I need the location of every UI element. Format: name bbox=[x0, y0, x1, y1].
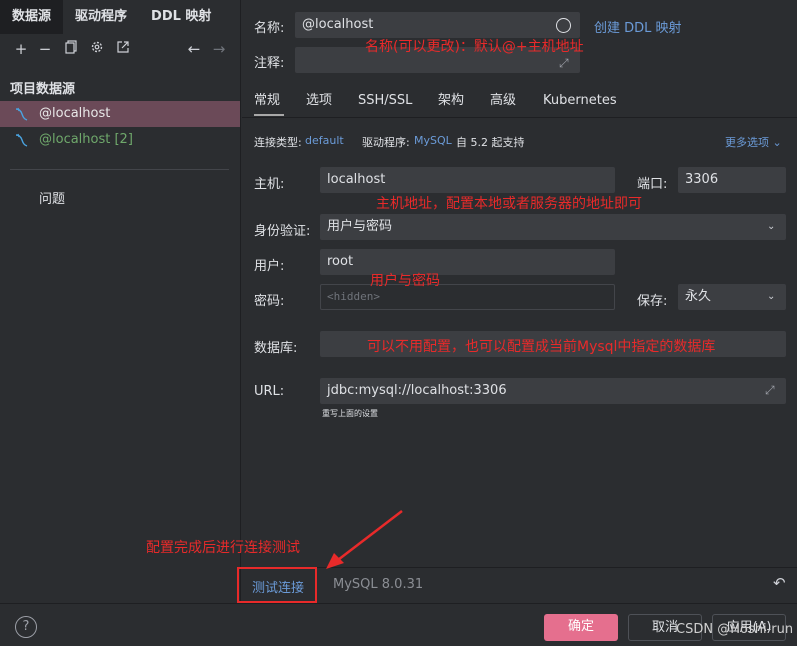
settings-tabs: 常规 选项 SSH/SSL 架构 高级 Kubernetes bbox=[242, 90, 797, 116]
auth-label: 身份验证: bbox=[254, 224, 311, 239]
annotation-test: 配置完成后进行连接测试 bbox=[146, 540, 300, 556]
forward-arrow-icon[interactable]: → bbox=[210, 40, 228, 58]
comment-label: 注释: bbox=[254, 56, 285, 71]
annotation-arrow bbox=[326, 510, 403, 569]
left-tabs: 数据源 驱动程序 DDL 映射 bbox=[0, 0, 241, 34]
copy-icon[interactable] bbox=[62, 40, 80, 58]
auth-select[interactable]: 用户与密码 ⌄ bbox=[320, 214, 786, 240]
port-label: 端口: bbox=[637, 177, 668, 192]
driver-link[interactable]: MySQL bbox=[414, 134, 452, 147]
database-label: 数据库: bbox=[254, 341, 298, 356]
gear-icon[interactable] bbox=[88, 40, 106, 58]
chevron-down-icon: ⌄ bbox=[767, 291, 776, 302]
datasource-item-localhost[interactable]: @localhost bbox=[0, 101, 240, 127]
user-field[interactable]: root bbox=[320, 249, 615, 275]
url-field[interactable]: jdbc:mysql://localhost:3306 ⤢ bbox=[320, 378, 786, 404]
mysql-version: MySQL 8.0.31 bbox=[333, 577, 424, 592]
host-field[interactable]: localhost bbox=[320, 167, 615, 193]
driver-label: 驱动程序: bbox=[362, 136, 410, 149]
conn-type-link[interactable]: default bbox=[305, 134, 344, 147]
name-label: 名称: bbox=[254, 21, 285, 36]
expand-icon[interactable]: ⤢ bbox=[559, 56, 573, 70]
help-icon[interactable]: ? bbox=[15, 616, 37, 638]
user-label: 用户: bbox=[254, 259, 285, 274]
revert-icon[interactable]: ↶ bbox=[773, 574, 786, 592]
expand-icon[interactable]: ⤢ bbox=[765, 383, 779, 397]
tabs-divider bbox=[242, 117, 797, 118]
password-label: 密码: bbox=[254, 294, 285, 309]
mysql-dolphin-icon bbox=[14, 106, 30, 122]
add-icon[interactable]: + bbox=[12, 40, 30, 58]
color-circle-icon[interactable] bbox=[556, 18, 571, 33]
tab-kubernetes[interactable]: Kubernetes bbox=[543, 90, 617, 116]
host-label: 主机: bbox=[254, 177, 285, 192]
tab-datasources[interactable]: 数据源 bbox=[0, 0, 64, 34]
save-value: 永久 bbox=[685, 289, 712, 304]
create-ddl-mapping-link[interactable]: 创建 DDL 映射 bbox=[594, 17, 682, 36]
url-label: URL: bbox=[254, 384, 285, 399]
open-external-icon[interactable] bbox=[114, 40, 132, 58]
conn-type-label: 连接类型: bbox=[254, 136, 302, 149]
datasource-item-localhost-2[interactable]: @localhost [2] bbox=[0, 127, 240, 153]
port-field[interactable]: 3306 bbox=[678, 167, 786, 193]
annotation-host: 主机地址，配置本地或者服务器的地址即可 bbox=[376, 196, 642, 212]
save-label: 保存: bbox=[637, 294, 668, 309]
tab-ddl-mapping[interactable]: DDL 映射 bbox=[139, 0, 223, 34]
password-field[interactable]: <hidden> bbox=[320, 284, 615, 310]
url-hint: 重写上面的设置 bbox=[322, 409, 378, 418]
annotation-database: 可以不用配置，也可以配置成当前Mysql中指定的数据库 bbox=[367, 339, 716, 355]
annotation-name: 名称(可以更改)：默认@+主机地址 bbox=[365, 39, 584, 55]
divider bbox=[10, 169, 229, 170]
name-field[interactable]: @localhost bbox=[295, 12, 580, 38]
tab-ssh-ssl[interactable]: SSH/SSL bbox=[358, 90, 412, 116]
project-datasources-title: 项目数据源 bbox=[10, 82, 76, 97]
more-options-label: 更多选项 bbox=[725, 136, 769, 149]
watermark: CSDN @Hoshi-run bbox=[676, 622, 794, 637]
tab-schemas[interactable]: 架构 bbox=[438, 90, 464, 116]
remove-icon[interactable]: − bbox=[36, 40, 54, 58]
ok-button[interactable]: 确定 bbox=[544, 614, 618, 641]
left-toolbar: + − ← → bbox=[0, 36, 241, 62]
back-arrow-icon[interactable]: ← bbox=[185, 40, 203, 58]
problems-item[interactable]: 问题 bbox=[39, 188, 65, 207]
datasource-label: @localhost [2] bbox=[39, 132, 133, 147]
tab-general[interactable]: 常规 bbox=[254, 90, 284, 116]
annotation-user: 用户与密码 bbox=[370, 273, 440, 289]
more-options-link[interactable]: 更多选项 ⌄ bbox=[725, 134, 782, 150]
name-value: @localhost bbox=[302, 17, 374, 32]
left-panel: 数据源 驱动程序 DDL 映射 + − ← → 项目数据源 @localhost… bbox=[0, 0, 241, 602]
auth-value: 用户与密码 bbox=[327, 219, 393, 234]
tab-drivers[interactable]: 驱动程序 bbox=[63, 0, 139, 34]
driver-note: 自 5.2 起支持 bbox=[456, 136, 525, 149]
chevron-down-icon: ⌄ bbox=[767, 221, 776, 232]
url-value: jdbc:mysql://localhost:3306 bbox=[327, 383, 507, 398]
datasource-label: @localhost bbox=[39, 106, 111, 121]
chevron-down-icon: ⌄ bbox=[772, 136, 782, 149]
tab-advanced[interactable]: 高级 bbox=[490, 90, 516, 116]
tab-options[interactable]: 选项 bbox=[306, 90, 332, 116]
save-select[interactable]: 永久 ⌄ bbox=[678, 284, 786, 310]
test-connection-highlight bbox=[237, 567, 317, 603]
mysql-dolphin-icon bbox=[14, 132, 30, 148]
